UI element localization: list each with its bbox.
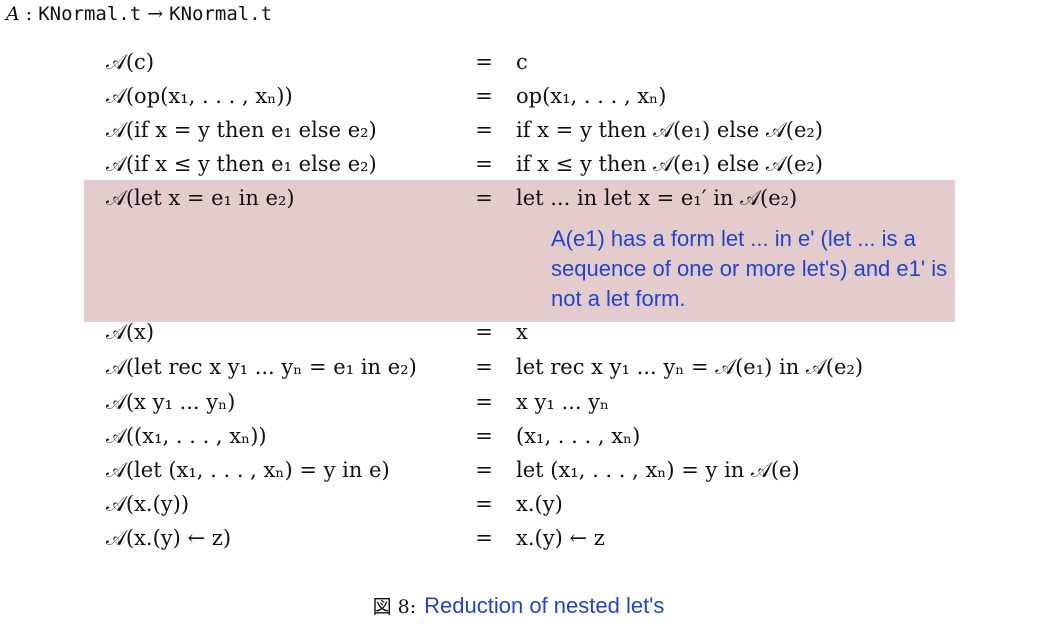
equation-row: 𝒜(x.(y) ← z) = x.(y) ← z [0, 526, 1037, 556]
equation-rhs: if x = y then 𝒜(e₁) else 𝒜(e₂) [516, 118, 823, 142]
signature-arrow: → [141, 3, 170, 25]
equals-sign: = [475, 458, 493, 482]
equation-rhs: x.(y) [516, 492, 563, 516]
equation-rhs: let ... in let x = e₁′ in 𝒜(e₂) [516, 186, 798, 210]
equation-row: 𝒜(if x = y then e₁ else e₂) = if x = y t… [0, 118, 1037, 148]
equation-row: 𝒜(x.(y)) = x.(y) [0, 492, 1037, 522]
signature-domain: KNormal.t [38, 3, 142, 25]
equation-rhs: if x ≤ y then 𝒜(e₁) else 𝒜(e₂) [516, 152, 823, 176]
equation-lhs: 𝒜(let x = e₁ in e₂) [106, 186, 295, 210]
equation-rhs: (x₁, . . . , xₙ) [516, 424, 641, 448]
function-signature: A : KNormal.t → KNormal.t [6, 3, 272, 25]
equals-sign: = [475, 50, 493, 74]
equals-sign: = [475, 84, 493, 108]
equation-lhs: 𝒜(x.(y)) [106, 492, 190, 516]
equation-lhs: 𝒜(let (x₁, . . . , xₙ) = y in e) [106, 458, 390, 482]
equals-sign: = [475, 492, 493, 516]
equation-row: 𝒜(x y₁ ... yₙ) = x y₁ ... yₙ [0, 390, 1037, 420]
equation-row: 𝒜(c) = c [0, 50, 1037, 80]
equation-row: 𝒜(x) = x [0, 320, 1037, 350]
equation-lhs: 𝒜(x y₁ ... yₙ) [106, 390, 236, 414]
annotation-note: A(e1) has a form let ... in e' (let ... … [551, 226, 948, 311]
signature-codomain: KNormal.t [169, 3, 273, 25]
equals-sign: = [475, 355, 493, 379]
equation-row: 𝒜(let rec x y₁ ... yₙ = e₁ in e₂) = let … [0, 355, 1037, 385]
equation-rhs: c [516, 50, 528, 74]
equation-rhs: x y₁ ... yₙ [516, 390, 610, 414]
equation-rhs: x [516, 320, 528, 344]
equals-sign: = [475, 390, 493, 414]
equation-lhs: 𝒜(if x ≤ y then e₁ else e₂) [106, 152, 377, 176]
equals-sign: = [475, 424, 493, 448]
equation-rhs: let (x₁, . . . , xₙ) = y in 𝒜(e) [516, 458, 800, 482]
equation-rhs: op(x₁, . . . , xₙ) [516, 84, 667, 108]
equals-sign: = [475, 526, 493, 550]
figure-caption: 図 8: Reduction of nested let's [0, 592, 1037, 619]
equation-row-highlighted: 𝒜(let x = e₁ in e₂) = let ... in let x =… [0, 186, 1037, 216]
equation-lhs: 𝒜(let rec x y₁ ... yₙ = e₁ in e₂) [106, 355, 417, 379]
equals-sign: = [475, 118, 493, 142]
equation-lhs: 𝒜(x.(y) ← z) [106, 526, 232, 550]
equation-lhs: 𝒜(if x = y then e₁ else e₂) [106, 118, 377, 142]
equation-row: 𝒜((x₁, . . . , xₙ)) = (x₁, . . . , xₙ) [0, 424, 1037, 454]
equation-row: 𝒜(op(x₁, . . . , xₙ)) = op(x₁, . . . , x… [0, 84, 1037, 114]
signature-name: A [6, 3, 20, 25]
equals-sign: = [475, 186, 493, 210]
equation-row: 𝒜(let (x₁, . . . , xₙ) = y in e) = let (… [0, 458, 1037, 488]
equals-sign: = [475, 320, 493, 344]
equation-lhs: 𝒜(c) [106, 50, 155, 74]
equation-lhs: 𝒜(op(x₁, . . . , xₙ)) [106, 84, 293, 108]
caption-label: 図 8: [372, 596, 417, 618]
equation-rhs: x.(y) ← z [516, 526, 605, 550]
caption-title: Reduction of nested let's [424, 593, 665, 618]
equals-sign: = [475, 152, 493, 176]
signature-colon: : [19, 3, 39, 25]
equation-rhs: let rec x y₁ ... yₙ = 𝒜(e₁) in 𝒜(e₂) [516, 355, 864, 379]
equation-row: 𝒜(if x ≤ y then e₁ else e₂) = if x ≤ y t… [0, 152, 1037, 182]
equation-lhs: 𝒜((x₁, . . . , xₙ)) [106, 424, 267, 448]
equation-lhs: 𝒜(x) [106, 320, 155, 344]
